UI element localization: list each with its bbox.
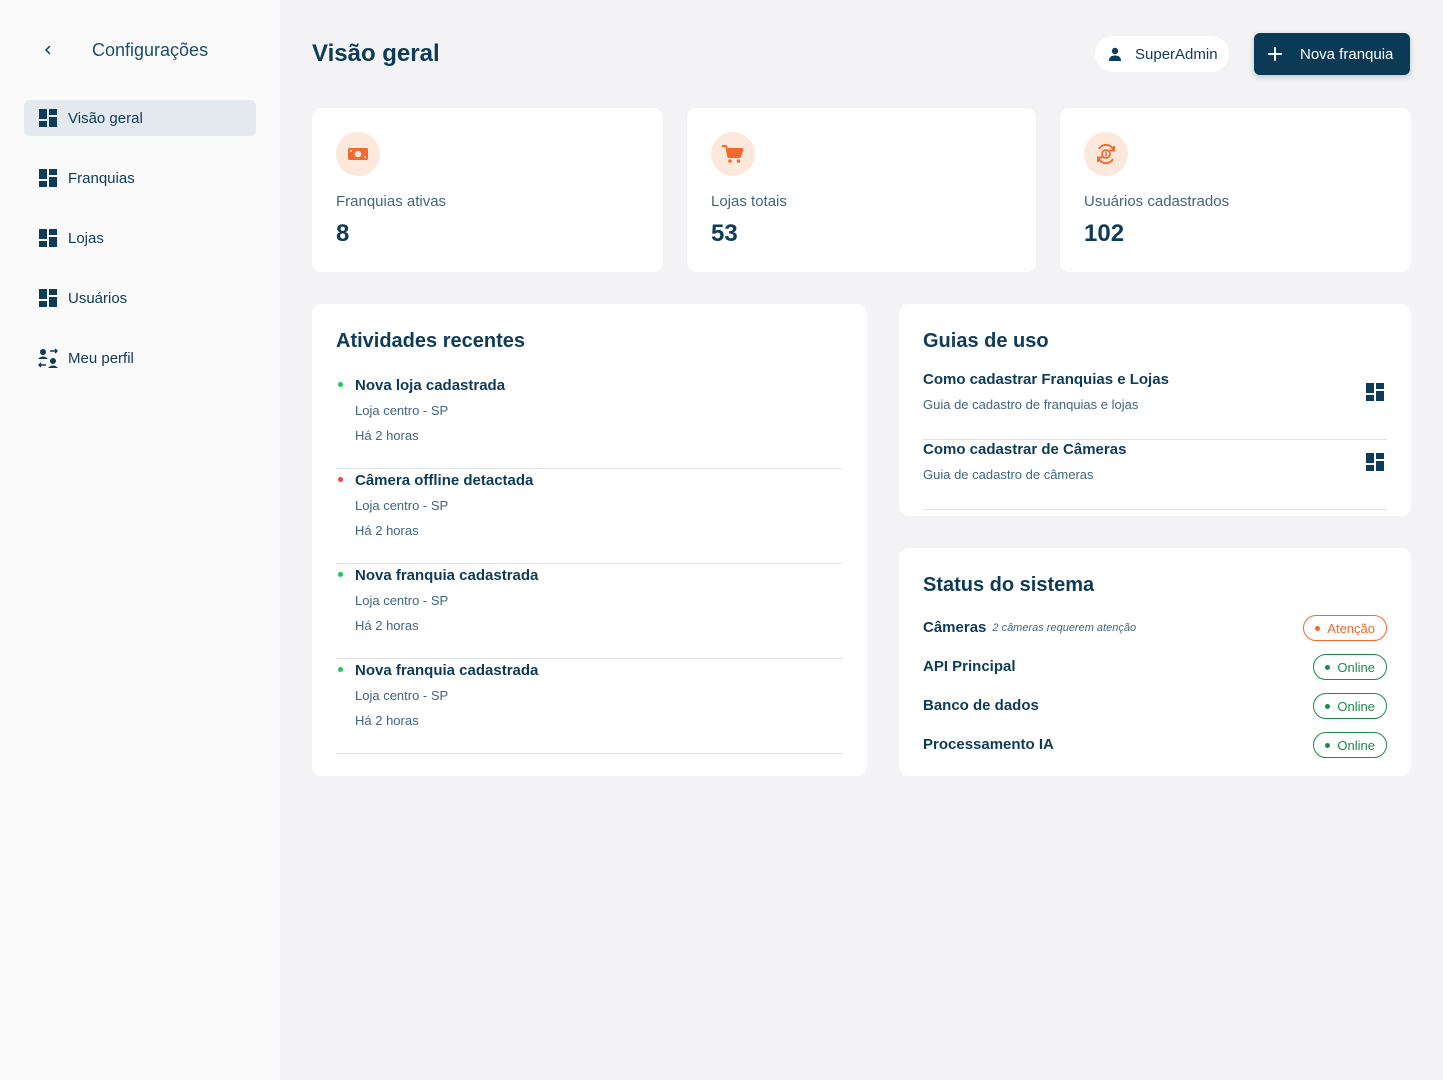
sidebar-nav: Visão geral Franquias Lojas Usuários Meu… — [24, 100, 256, 400]
sidebar-item-label: Franquias — [68, 169, 135, 187]
status-dot — [1315, 625, 1321, 631]
sidebar-item-lojas[interactable]: Lojas — [24, 220, 256, 256]
status-dot — [338, 572, 343, 577]
activity-subtitle: Loja centro - SP — [355, 498, 449, 513]
guide-subtitle: Guia de cadastro de câmeras — [923, 467, 1094, 482]
activity-item[interactable]: Câmera offline detactada Loja centro - S… — [336, 469, 843, 564]
stat-card-franquias: Franquias ativas 8 — [312, 108, 663, 272]
activity-title: Nova franquia cadastrada — [355, 662, 539, 679]
sidebar-item-label: Visão geral — [68, 109, 143, 127]
status-row: Processamento IA Online — [923, 725, 1387, 764]
sidebar-item-franquias[interactable]: Franquias — [24, 160, 256, 196]
activity-title: Câmera offline detactada — [355, 472, 534, 489]
sidebar-item-meu-perfil[interactable]: Meu perfil — [24, 340, 256, 376]
stat-value: 8 — [336, 220, 350, 247]
activity-item[interactable]: Nova loja cadastrada Loja centro - SP Há… — [336, 374, 843, 469]
status-list: Câmeras 2 câmeras requerem atenção Atenç… — [923, 608, 1387, 764]
profile-switch-icon — [38, 348, 58, 368]
status-row: API Principal Online — [923, 647, 1387, 686]
sidebar-item-usuarios[interactable]: Usuários — [24, 280, 256, 316]
status-badge-label: Online — [1337, 698, 1375, 714]
plus-icon — [1268, 47, 1282, 61]
currency-sync-icon — [1084, 132, 1128, 176]
status-name: Banco de dados — [923, 697, 1039, 714]
activity-time: Há 2 horas — [355, 618, 419, 633]
guide-list: Como cadastrar Franquias e Lojas Guia de… — [923, 370, 1387, 510]
activity-item[interactable]: Nova franquia cadastrada Loja centro - S… — [336, 659, 843, 754]
stat-card-usuarios: Usuários cadastrados 102 — [1060, 108, 1411, 272]
guide-title: Como cadastrar de Câmeras — [923, 441, 1127, 458]
sidebar-item-label: Meu perfil — [68, 349, 134, 367]
status-badge-label: Online — [1337, 737, 1375, 753]
sidebar: Configurações Visão geral Franquias Loja… — [0, 0, 280, 1080]
status-dot — [1325, 703, 1331, 709]
status-name: API Principal — [923, 658, 1016, 675]
status-dot — [338, 477, 343, 482]
activity-time: Há 2 horas — [355, 713, 419, 728]
guide-item[interactable]: Como cadastrar Franquias e Lojas Guia de… — [923, 370, 1387, 440]
dashboard-icon — [38, 108, 58, 128]
user-name: SuperAdmin — [1135, 45, 1218, 63]
status-badge: Online — [1313, 732, 1387, 758]
activity-subtitle: Loja centro - SP — [355, 688, 449, 703]
guide-title: Como cadastrar Franquias e Lojas — [923, 371, 1169, 388]
status-badge: Online — [1313, 654, 1387, 680]
activity-subtitle: Loja centro - SP — [355, 403, 449, 418]
activity-time: Há 2 horas — [355, 523, 419, 538]
stat-value: 102 — [1084, 220, 1125, 247]
status-badge: Atenção — [1303, 615, 1387, 641]
activity-list: Nova loja cadastrada Loja centro - SP Há… — [336, 374, 843, 754]
page-title: Visão geral — [312, 40, 440, 67]
status-badge-label: Atenção — [1327, 620, 1375, 636]
new-franchise-button[interactable]: Nova franquia — [1254, 33, 1410, 75]
sidebar-item-label: Usuários — [68, 289, 128, 307]
money-icon — [336, 132, 380, 176]
activity-item[interactable]: Nova franquia cadastrada Loja centro - S… — [336, 564, 843, 659]
status-dot — [338, 667, 343, 672]
status-row: Banco de dados Online — [923, 686, 1387, 725]
status-row: Câmeras 2 câmeras requerem atenção Atenç… — [923, 608, 1387, 647]
status-dot — [1325, 664, 1331, 670]
status-name: Processamento IA — [923, 736, 1054, 753]
status-dot — [338, 382, 343, 387]
stat-card-lojas: Lojas totais 53 — [687, 108, 1036, 272]
activity-time: Há 2 horas — [355, 428, 419, 443]
stat-value: 53 — [711, 220, 738, 247]
dashboard-icon — [1365, 452, 1385, 472]
status-note: 2 câmeras requerem atenção — [992, 621, 1137, 634]
dashboard-icon — [1365, 382, 1385, 402]
stat-label: Franquias ativas — [336, 193, 447, 210]
activity-title: Nova franquia cadastrada — [355, 567, 539, 584]
stat-label: Lojas totais — [711, 193, 787, 210]
status-dot — [1325, 742, 1331, 748]
stat-label: Usuários cadastrados — [1084, 193, 1230, 210]
status-badge-label: Online — [1337, 659, 1375, 675]
cart-icon — [711, 132, 755, 176]
sidebar-item-visao-geral[interactable]: Visão geral — [24, 100, 256, 136]
dashboard-icon — [38, 288, 58, 308]
guide-item[interactable]: Como cadastrar de Câmeras Guia de cadast… — [923, 440, 1387, 510]
status-name: Câmeras — [923, 619, 987, 636]
sidebar-header: Configurações — [38, 38, 208, 62]
sidebar-item-label: Lojas — [68, 229, 104, 247]
status-badge: Online — [1313, 693, 1387, 719]
user-icon — [1107, 46, 1123, 62]
recent-activities-card: Atividades recentes Nova loja cadastrada… — [312, 304, 867, 776]
back-chevron-icon[interactable] — [38, 40, 58, 60]
usage-guides-card: Guias de uso Como cadastrar Franquias e … — [899, 304, 1411, 516]
sidebar-title: Configurações — [92, 39, 209, 60]
guide-subtitle: Guia de cadastro de franquias e lojas — [923, 397, 1139, 412]
new-franchise-label: Nova franquia — [1300, 45, 1394, 63]
user-menu[interactable]: SuperAdmin — [1095, 36, 1229, 72]
dashboard-icon — [38, 228, 58, 248]
usage-guides-title: Guias de uso — [923, 330, 1049, 352]
dashboard-icon — [38, 168, 58, 188]
system-status-title: Status do sistema — [923, 574, 1095, 596]
activity-title: Nova loja cadastrada — [355, 377, 506, 394]
system-status-card: Status do sistema Câmeras 2 câmeras requ… — [899, 548, 1411, 776]
recent-activities-title: Atividades recentes — [336, 330, 525, 352]
activity-subtitle: Loja centro - SP — [355, 593, 449, 608]
